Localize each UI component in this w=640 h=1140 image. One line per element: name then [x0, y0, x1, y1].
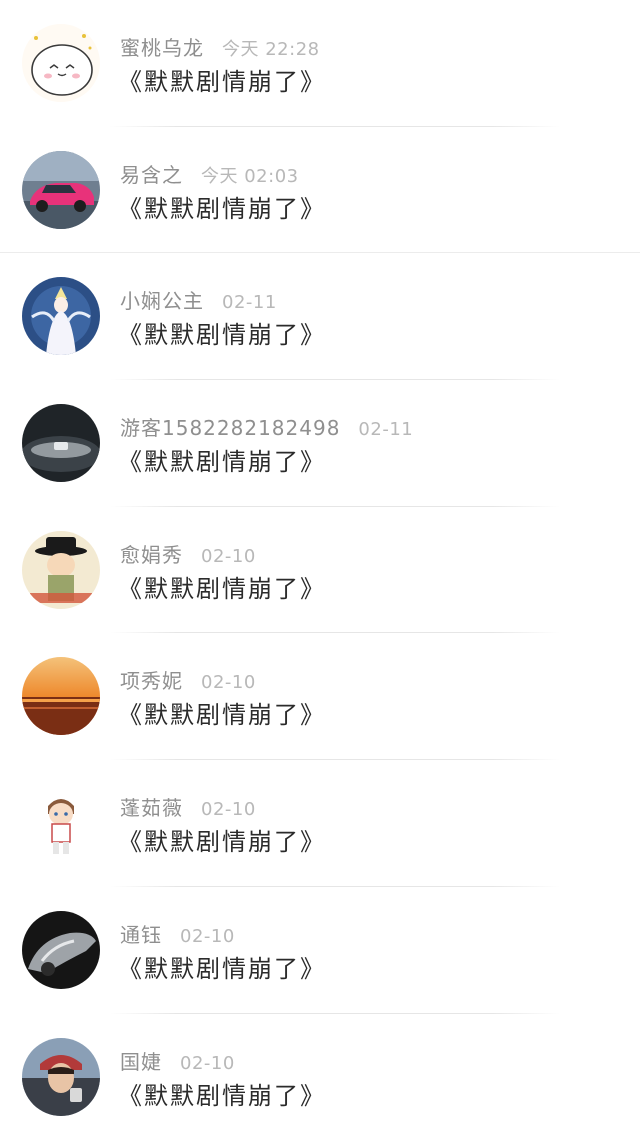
- photo-person-avatar[interactable]: [22, 1038, 100, 1116]
- list-item[interactable]: 易含之今天 02:03 《默默剧情崩了》: [0, 127, 640, 254]
- list-item[interactable]: 项秀妮 02-10 《默默剧情崩了》: [0, 633, 640, 760]
- anime-angel-avatar[interactable]: [22, 277, 100, 355]
- message-text: 《默默剧情崩了》: [118, 949, 326, 984]
- sender-name[interactable]: 国婕: [120, 1050, 162, 1074]
- message-time: 02-11: [222, 292, 277, 313]
- sender-name[interactable]: 小娴公主: [120, 289, 204, 313]
- message-time: 今天 02:03: [201, 166, 299, 187]
- message-text: 《默默剧情崩了》: [118, 189, 326, 224]
- message-meta: 易含之今天 02:03: [120, 159, 299, 185]
- message-meta: 愈娟秀 02-10: [120, 539, 256, 565]
- message-meta: 蓬茹薇 02-10: [120, 792, 256, 818]
- message-time: 今天 22:28: [222, 39, 320, 60]
- sunset-sea-avatar[interactable]: [22, 657, 100, 735]
- list-item[interactable]: 通钰 02-10 《默默剧情崩了》: [0, 887, 640, 1014]
- message-text: 《默默剧情崩了》: [118, 569, 326, 604]
- sender-name[interactable]: 通钰: [120, 923, 162, 947]
- message-time: 02-10: [201, 672, 256, 693]
- cartoon-bun-avatar[interactable]: [22, 24, 100, 102]
- message-meta: 蜜桃乌龙今天 22:28: [120, 32, 320, 58]
- message-time: 02-11: [358, 419, 413, 440]
- message-time: 02-10: [201, 546, 256, 567]
- message-time: 02-10: [180, 926, 235, 947]
- list-item[interactable]: 蓬茹薇 02-10 《默默剧情崩了》: [0, 760, 640, 887]
- message-meta: 游客15822821824​98 02-11: [120, 412, 413, 438]
- car-emblem-avatar[interactable]: [22, 404, 100, 482]
- chibi-boy-avatar[interactable]: [22, 784, 100, 862]
- message-meta: 国婕 02-10: [120, 1046, 235, 1072]
- message-text: 《默默剧情崩了》: [118, 315, 326, 350]
- message-text: 《默默剧情崩了》: [118, 62, 326, 97]
- message-list: 蜜桃乌龙今天 22:28 《默默剧情崩了》 易含之今天 02:03 《默默剧情崩…: [0, 0, 640, 1140]
- message-time: 02-10: [180, 1053, 235, 1074]
- sender-name[interactable]: 蜜桃乌龙: [120, 36, 204, 60]
- message-meta: 通钰 02-10: [120, 919, 235, 945]
- pink-car-avatar[interactable]: [22, 151, 100, 229]
- message-time: 02-10: [201, 799, 256, 820]
- sender-name[interactable]: 游客15822821824​98: [120, 416, 340, 440]
- message-text: 《默默剧情崩了》: [118, 822, 326, 857]
- sender-name[interactable]: 项秀妮: [120, 669, 183, 693]
- list-item[interactable]: 小娴公主 02-11 《默默剧情崩了》: [0, 253, 640, 380]
- list-item[interactable]: 国婕 02-10 《默默剧情崩了》: [0, 1014, 640, 1140]
- list-item[interactable]: 游客15822821824​98 02-11 《默默剧情崩了》: [0, 380, 640, 507]
- message-text: 《默默剧情崩了》: [118, 442, 326, 477]
- silver-car-avatar[interactable]: [22, 911, 100, 989]
- message-meta: 项秀妮 02-10: [120, 665, 256, 691]
- cartoon-hat-avatar[interactable]: [22, 531, 100, 609]
- sender-name[interactable]: 蓬茹薇: [120, 796, 183, 820]
- message-meta: 小娴公主 02-11: [120, 285, 277, 311]
- sender-name[interactable]: 易含之: [120, 163, 183, 187]
- sender-name[interactable]: 愈娟秀: [120, 543, 183, 567]
- message-text: 《默默剧情崩了》: [118, 1076, 326, 1111]
- list-item[interactable]: 蜜桃乌龙今天 22:28 《默默剧情崩了》: [0, 0, 640, 127]
- message-text: 《默默剧情崩了》: [118, 695, 326, 730]
- list-item[interactable]: 愈娟秀 02-10 《默默剧情崩了》: [0, 507, 640, 634]
